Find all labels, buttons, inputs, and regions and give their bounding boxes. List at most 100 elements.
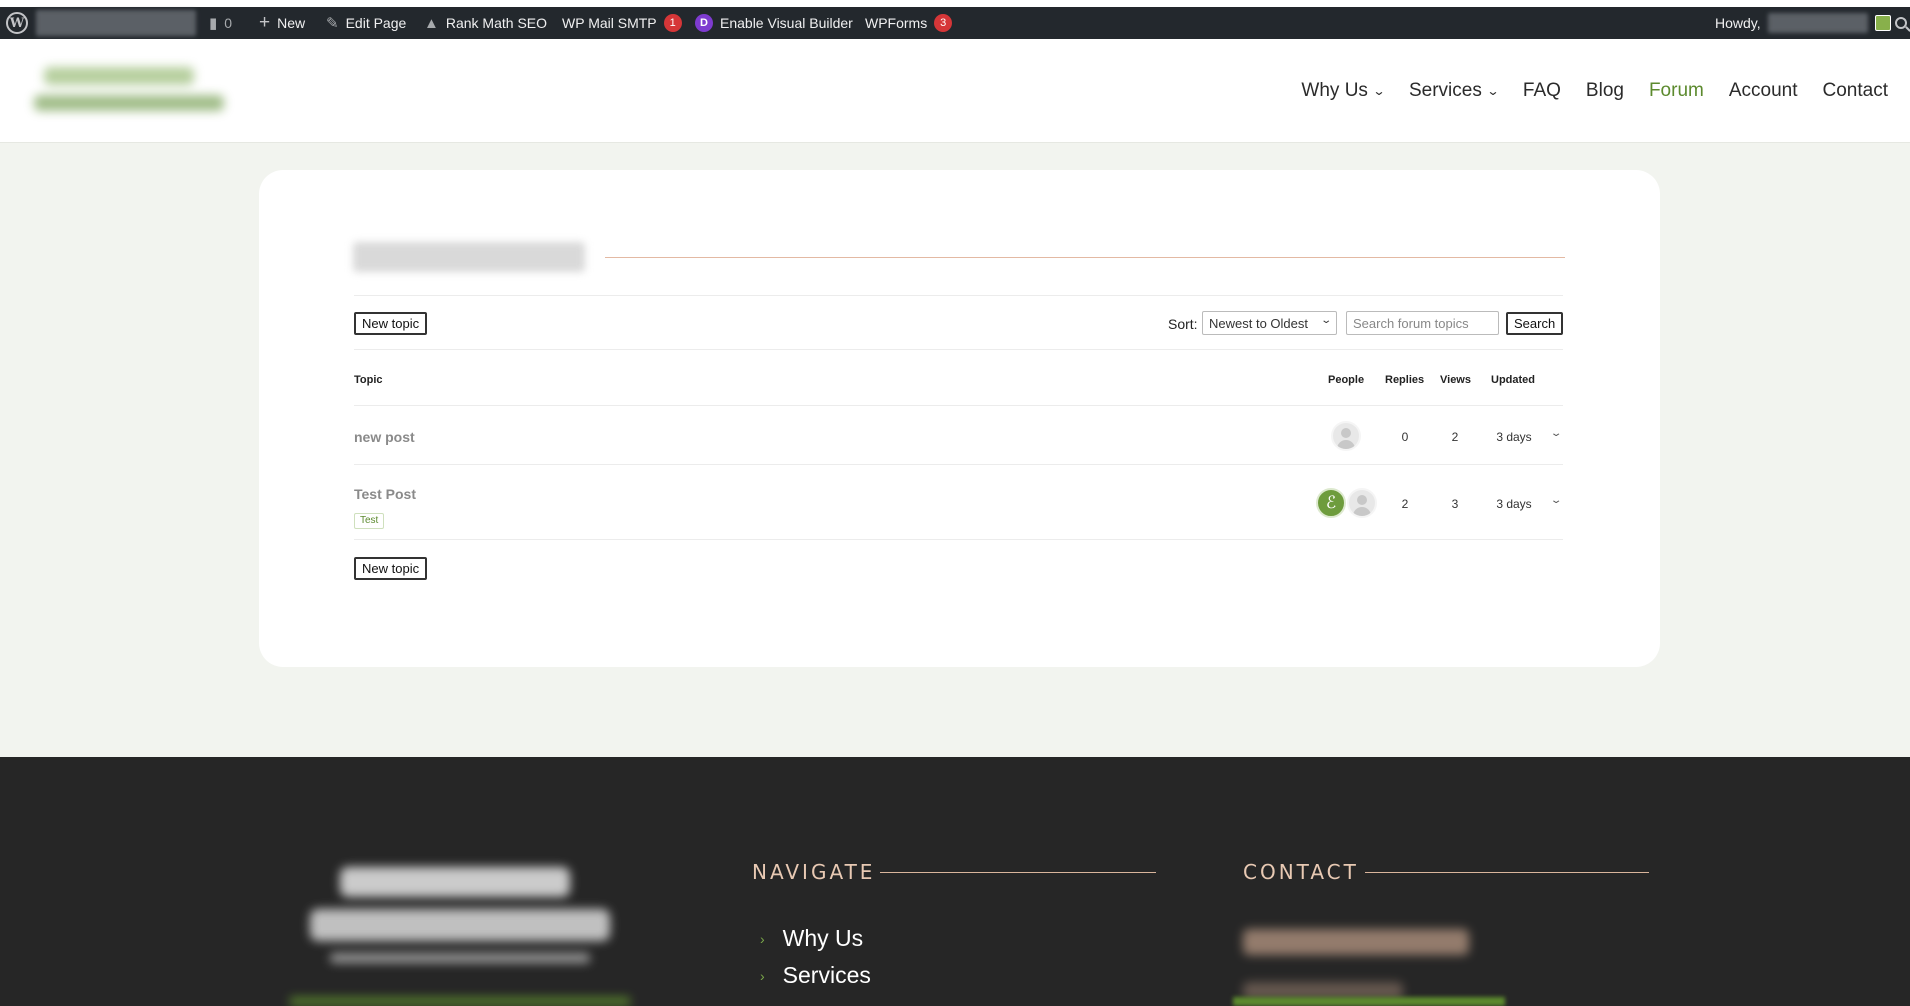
username-redacted	[1767, 13, 1868, 33]
heading-divider	[1365, 872, 1649, 873]
divi-icon: D	[695, 14, 713, 32]
footer-link-label: Services	[782, 962, 871, 988]
divider	[354, 464, 1563, 465]
nav-label: Services	[1408, 80, 1482, 101]
new-content-menu[interactable]: + New	[259, 7, 305, 39]
pencil-icon: ✎	[326, 15, 339, 32]
sort-value: Newest to Oldest	[1209, 315, 1308, 331]
nav-label: Blog	[1585, 80, 1624, 101]
new-label: New	[277, 15, 306, 31]
nav-label: Account	[1728, 80, 1798, 101]
wordpress-logo-menu[interactable]: W	[6, 7, 28, 39]
column-header-views: Views	[1440, 374, 1471, 386]
wpforms-menu[interactable]: WPForms 3	[865, 7, 953, 39]
divider	[354, 349, 1563, 350]
divider	[354, 405, 1563, 406]
footer-link-services[interactable]: › Services	[760, 962, 871, 989]
wpforms-label: WPForms	[865, 15, 928, 31]
search-button[interactable]: Search	[1506, 312, 1564, 335]
forum-search-input[interactable]: Search forum topics	[1346, 311, 1499, 335]
topic-tag[interactable]: Test	[354, 513, 385, 529]
divider	[354, 295, 1563, 296]
admin-bar: W ▮ 0 + New ✎ Edit Page ▲ Rank Math SEO …	[0, 0, 1910, 39]
nav-label: FAQ	[1522, 80, 1561, 101]
chevron-down-icon: ⌄	[1319, 315, 1332, 326]
nav-item-account[interactable]: Account	[1729, 80, 1798, 102]
nav-item-blog[interactable]: Blog	[1586, 80, 1624, 102]
new-topic-button-bottom[interactable]: New topic	[354, 557, 428, 580]
column-header-topic: Topic	[354, 374, 383, 386]
visual-builder-label: Enable Visual Builder	[720, 15, 853, 31]
user-avatar: ℰ	[1316, 488, 1346, 518]
views-count: 2	[1451, 430, 1459, 444]
main-nav: Why Us ⌄ Services ⌄ FAQ Blog Forum Accou…	[1301, 80, 1888, 102]
footer-link-why-us[interactable]: › Why Us	[760, 925, 863, 952]
user-avatar	[1331, 421, 1361, 451]
wpforms-badge: 3	[934, 14, 953, 32]
wordpress-icon: W	[6, 12, 28, 34]
sort-select[interactable]: Newest to Oldest ⌄	[1202, 311, 1337, 335]
comments-menu[interactable]: ▮ 0	[209, 7, 232, 39]
site-header: Why Us ⌄ Services ⌄ FAQ Blog Forum Accou…	[0, 39, 1910, 143]
rank-math-label: Rank Math SEO	[445, 15, 548, 31]
topic-title-link[interactable]: Test Post	[354, 486, 416, 502]
sort-label: Sort:	[1168, 316, 1198, 332]
admin-search[interactable]	[1895, 7, 1907, 39]
plus-icon: +	[259, 12, 271, 33]
rank-math-menu[interactable]: ▲ Rank Math SEO	[424, 7, 547, 39]
nav-item-why-us[interactable]: Why Us ⌄	[1301, 80, 1386, 102]
forum-card: New topic Sort: Newest to Oldest ⌄ Searc…	[259, 170, 1660, 667]
nav-item-faq[interactable]: FAQ	[1523, 80, 1561, 102]
site-name-redacted	[36, 10, 196, 36]
wp-mail-smtp-label: WP Mail SMTP	[562, 15, 657, 31]
wp-mail-smtp-badge: 1	[663, 14, 682, 32]
chevron-down-icon[interactable]: ⌄	[1550, 495, 1563, 506]
edit-page-link[interactable]: ✎ Edit Page	[326, 7, 406, 39]
updated-time: 3 days	[1496, 430, 1532, 444]
footer-link-label: Why Us	[782, 925, 864, 951]
chevron-down-icon: ⌄	[1372, 84, 1386, 98]
chevron-right-icon: ›	[760, 967, 765, 984]
site-name-menu[interactable]	[36, 7, 196, 39]
howdy-label: Howdy,	[1715, 15, 1761, 31]
divider	[354, 539, 1563, 540]
updated-time: 3 days	[1496, 497, 1532, 511]
forum-title-row	[353, 242, 1565, 272]
nav-label: Contact	[1822, 80, 1888, 101]
chevron-down-icon[interactable]: ⌄	[1550, 428, 1563, 439]
heading-divider	[880, 872, 1156, 873]
footer-heading-navigate: NAVIGATE	[752, 860, 876, 884]
forum-title-redacted	[353, 242, 585, 272]
views-count: 3	[1451, 497, 1459, 511]
visual-builder-link[interactable]: D Enable Visual Builder	[695, 7, 853, 39]
footer-logo[interactable]	[290, 867, 630, 1006]
edit-page-label: Edit Page	[345, 15, 407, 31]
comments-count: 0	[224, 15, 233, 31]
footer-heading-contact: CONTACT	[1243, 860, 1359, 884]
search-placeholder: Search forum topics	[1353, 315, 1469, 331]
nav-label: Forum	[1648, 80, 1704, 101]
topic-title-link[interactable]: new post	[354, 429, 415, 445]
nav-item-services[interactable]: Services ⌄	[1408, 80, 1500, 102]
chevron-right-icon: ›	[760, 930, 765, 947]
search-icon	[1895, 17, 1907, 29]
rank-math-icon: ▲	[424, 14, 439, 32]
column-header-replies: Replies	[1385, 374, 1425, 386]
site-logo[interactable]	[24, 57, 238, 127]
user-avatar	[1347, 488, 1377, 518]
contact-phone-redacted[interactable]	[1243, 929, 1469, 955]
site-footer: NAVIGATE › Why Us › Services CONTACT	[0, 757, 1910, 1006]
column-header-people: People	[1328, 374, 1365, 386]
chevron-down-icon: ⌄	[1486, 84, 1500, 98]
title-divider	[605, 257, 1565, 258]
user-avatar	[1874, 15, 1891, 31]
nav-item-contact[interactable]: Contact	[1823, 80, 1888, 102]
replies-count: 0	[1401, 430, 1409, 444]
my-account-menu[interactable]: Howdy,	[1715, 7, 1891, 39]
wp-mail-smtp-menu[interactable]: WP Mail SMTP 1	[562, 7, 682, 39]
replies-count: 2	[1401, 497, 1409, 511]
new-topic-button-top[interactable]: New topic	[354, 312, 428, 335]
nav-item-forum[interactable]: Forum	[1649, 80, 1704, 102]
contact-accent-bar	[1233, 997, 1505, 1006]
column-header-updated: Updated	[1491, 374, 1535, 386]
